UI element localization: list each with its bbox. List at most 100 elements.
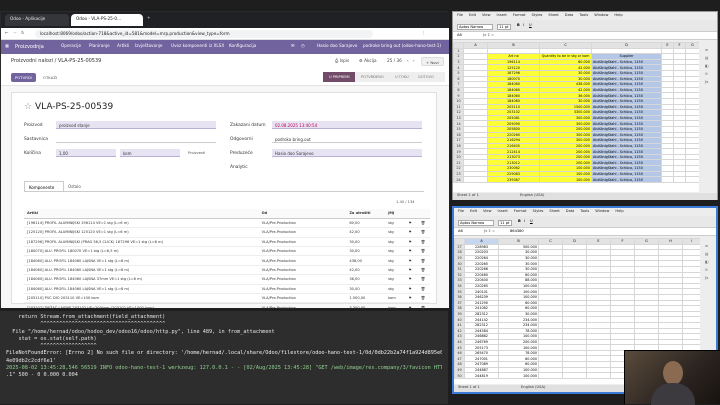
row-header[interactable]: 50 [455,373,465,379]
delete-icon[interactable]: 🗑 [418,294,430,303]
cell[interactable] [686,177,700,183]
new-tab-icon[interactable]: + [147,16,151,20]
date-field[interactable]: 02.08.2025 13:40:54 [272,121,422,129]
nav-item-konfiguracija[interactable]: Konfiguracija [229,44,256,48]
table-row[interactable]: [184060] ALU. PROFIL 184060 LAJSNA VE=1 … [24,265,430,274]
menu-item[interactable]: Format [514,209,527,213]
menu-item[interactable]: Insert [497,13,507,17]
cell[interactable] [587,373,611,379]
sidebar-icons[interactable]: ≡▤◧⊙ƒx [702,238,716,286]
bold-icon[interactable]: B [518,220,521,224]
delete-icon[interactable]: 🗑 [418,218,430,227]
nav-item-operacije[interactable]: Operacije [61,44,81,48]
nav-item-uvoz-xlsx[interactable]: Uvoz komponenti iz XLSX [171,44,224,48]
apps-icon[interactable]: ▦ [5,44,9,48]
back-icon[interactable]: ← [5,31,9,35]
terminal-window[interactable]: return Stream.from_attachment(field_atta… [0,311,448,404]
menu-item[interactable]: Styles [532,13,543,17]
table-row[interactable]: [184060] ALU. PROFIL 184060 LAJSNA VE=1 … [24,284,430,293]
table-row[interactable]: [205110] PVC DIO 205110 VE=100 komVLA/Pr… [24,294,430,303]
nav-item-artikli[interactable]: Artikli [117,44,129,48]
nav-item-izvjestavanje[interactable]: Izvještavanje [135,44,162,48]
menu-item[interactable]: File [457,13,463,17]
font-name-box[interactable]: Aptos Narrow [457,24,493,30]
menu-item[interactable]: View [483,209,492,213]
browser-tab[interactable]: Odoo - Aplikacije [5,14,69,26]
menu-item[interactable]: Tools [579,13,588,17]
cancel-button[interactable]: OTKAŽI [39,73,61,82]
nav-item-planiranje[interactable]: Planiranje [89,44,110,48]
menu-item[interactable]: Help [615,209,623,213]
cell[interactable] [464,177,488,183]
product-field[interactable]: proizvod stanje [56,121,216,129]
cell-quantity[interactable]: 100.000 [540,177,592,183]
menu-item[interactable]: Sheet [549,209,559,213]
status-done[interactable]: GOTOVO [415,72,445,82]
column-artikl[interactable]: Artikl [24,209,259,218]
cell[interactable] [539,373,563,379]
table-row[interactable]: [180070] ALU. PROFIL 180070 VE=1 stg (L=… [24,247,430,256]
status-in-progress[interactable]: U TOKU [389,72,415,82]
menu-icon[interactable]: ⋮ [421,31,425,35]
font-name-box[interactable]: Aptos Narrow [458,220,494,226]
url-input[interactable]: localhost:8069/odoo/action-718&active_id… [35,30,373,38]
font-size-box[interactable]: 11 pt [498,220,512,226]
star-icon[interactable]: ☆ [24,102,32,112]
row-header[interactable]: 24 [454,177,464,183]
column-za-utrositi[interactable]: Za utrošiti [346,209,385,218]
breadcrumb[interactable]: Proizvodni nalozi / VLA-PS-25-00539 [11,58,101,64]
table-row[interactable]: [196114] PROFIL ALUMINIJSKI 196114 VE=1 … [24,218,430,227]
forecast-flag-icon[interactable]: ⚑ [405,284,417,293]
table-row[interactable]: [187296] PROFIL ALUMINIJSKI (PRAG 56,5 C… [24,237,430,246]
underline-icon[interactable]: U [529,24,532,28]
forecast-flag-icon[interactable]: ⚑ [405,275,417,284]
forecast-flag-icon[interactable]: ⚑ [405,218,417,227]
table-row[interactable]: [184060] ALU. PROFIL 184060 LAJSNA VE=1 … [24,256,430,265]
cell-art-no[interactable]: 239387 [488,177,540,183]
menu-item[interactable]: View [482,13,491,17]
pager-prev-icon[interactable]: ‹ [407,59,409,63]
cell-supplier[interactable]: AluKönigStahl - Schüco, 1150 [592,177,662,183]
column-jmj[interactable]: JMJ [385,209,405,218]
italic-icon[interactable]: I [523,24,524,28]
forecast-flag-icon[interactable]: ⚑ [405,294,417,303]
cell[interactable] [674,177,686,183]
menu-item[interactable]: Data [565,13,574,17]
uom-field[interactable]: kom [120,149,180,157]
font-size-box[interactable]: 11 pt [497,24,511,30]
forecast-flag-icon[interactable]: ⚑ [405,256,417,265]
forecast-flag-icon[interactable]: ⚑ [405,228,417,237]
table-row[interactable]: [184060] ALU. PROFIL 184060 LAJSNA 37mm … [24,275,430,284]
menu-item[interactable]: Window [594,13,608,17]
cell[interactable] [563,373,587,379]
reload-icon[interactable]: ↻ [21,31,25,35]
function-icon[interactable]: ƒx Σ = [483,34,494,38]
status-confirmed[interactable]: POTVRĐENO [355,72,390,82]
menu-item[interactable]: Edit [469,13,476,17]
menu-item[interactable]: Styles [533,209,544,213]
action-button[interactable]: ⚙ Akcija [359,59,377,63]
delete-icon[interactable]: 🗑 [418,284,430,293]
delete-icon[interactable]: 🗑 [418,247,430,256]
cell[interactable] [662,177,674,183]
menu-item[interactable]: File [458,209,464,213]
new-button[interactable]: + Novi [421,57,444,66]
calc-grid-top[interactable]: ABCDEFG12Art noQuantity to be in stg or … [453,42,699,192]
browser-tab-active[interactable]: Odoo - VLA-PS-25-0... [71,14,143,26]
user-company[interactable]: Hasio doo Sarajevo [317,44,357,48]
status-draft[interactable]: U PRIPREMI [323,72,356,82]
forecast-flag-icon[interactable]: ⚑ [405,247,417,256]
name-box[interactable]: A6 [457,34,462,38]
menu-item[interactable]: Window [595,209,609,213]
function-icon[interactable]: ƒx Σ = [484,230,495,234]
delete-icon[interactable]: 🗑 [418,265,430,274]
table-row[interactable]: [125120] PROFIL ALUMINIJSKI 125120 VE=1 … [24,228,430,237]
menu-item[interactable]: Tools [580,209,589,213]
formula-input[interactable]: 864380 [510,230,524,234]
name-box[interactable]: A6 [458,230,463,234]
quantity-field[interactable]: 1,00 [56,149,116,157]
menu-item[interactable]: Insert [498,209,508,213]
pager-next-icon[interactable]: › [413,59,415,63]
delete-icon[interactable]: 🗑 [418,256,430,265]
sidebar-icons[interactable]: ≡▤◧⊙ƒx [701,42,717,90]
